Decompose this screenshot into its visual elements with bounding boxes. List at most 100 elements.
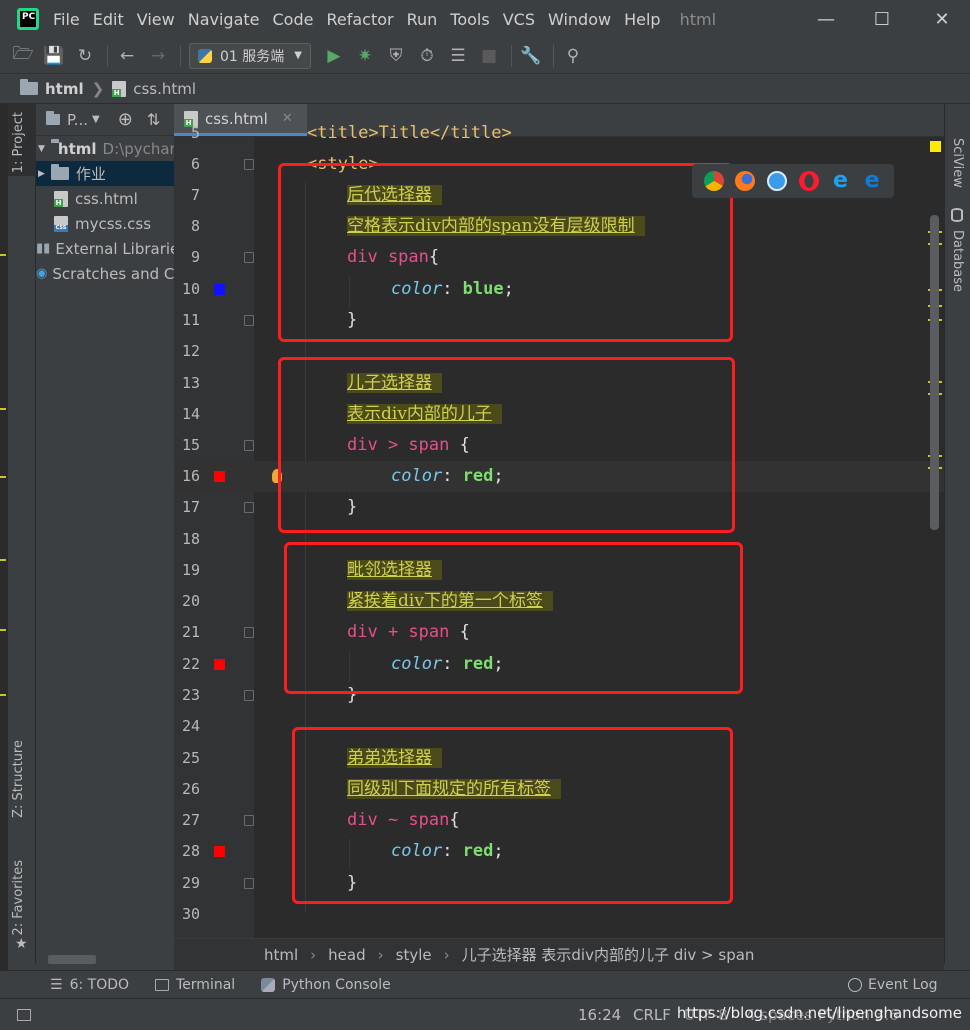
horizontal-scrollbar[interactable] bbox=[48, 955, 96, 964]
minimize-button[interactable]: — bbox=[806, 6, 846, 32]
tab-event-log[interactable]: Event Log bbox=[848, 977, 938, 993]
fold-icon[interactable] bbox=[244, 627, 254, 638]
color-preview-red[interactable] bbox=[214, 471, 225, 482]
maximize-button[interactable]: ☐ bbox=[862, 6, 902, 32]
menu-file[interactable]: File bbox=[53, 10, 80, 29]
fold-icon[interactable] bbox=[244, 440, 254, 451]
line-number: 9 bbox=[190, 248, 200, 266]
fold-icon[interactable] bbox=[244, 252, 254, 263]
internet-explorer-icon[interactable]: e bbox=[830, 170, 850, 192]
concurrency-icon[interactable]: ☰ bbox=[447, 45, 469, 67]
highlight-box-adjacent bbox=[284, 542, 743, 694]
tab-sciview[interactable]: SciView bbox=[950, 138, 965, 188]
tree-external-libraries[interactable]: ▮▮ External Libraries bbox=[36, 236, 174, 261]
caret-position[interactable]: 16:24 bbox=[578, 1006, 621, 1024]
chrome-icon[interactable] bbox=[703, 171, 724, 191]
tab-python-console[interactable]: Python Console bbox=[261, 977, 391, 993]
tree-scratches[interactable]: ◉ Scratches and Consoles bbox=[36, 261, 174, 286]
crumb-rule[interactable]: 儿子选择器 表示div内部的儿子 div > span bbox=[462, 944, 755, 965]
menu-run[interactable]: Run bbox=[407, 10, 438, 29]
menu-navigate[interactable]: Navigate bbox=[188, 10, 260, 29]
toggle-tool-windows-icon[interactable] bbox=[17, 1008, 31, 1021]
safari-icon[interactable] bbox=[767, 171, 788, 191]
menu-window[interactable]: Window bbox=[548, 10, 611, 29]
back-arrow-icon[interactable]: ← bbox=[116, 45, 138, 67]
toolbar-separator bbox=[510, 44, 512, 67]
scratches-label: Scratches and Consoles bbox=[52, 264, 174, 283]
breadcrumb-file[interactable]: css.html bbox=[133, 80, 196, 98]
inspection-status-icon[interactable] bbox=[930, 141, 941, 152]
left-tool-strip: 1: Project Z: Structure 2: Favorites ★ bbox=[8, 104, 36, 964]
color-preview-red[interactable] bbox=[214, 659, 225, 670]
browser-preview-bar: e e bbox=[692, 164, 894, 198]
stop-icon[interactable]: ■ bbox=[478, 45, 500, 67]
opera-icon[interactable] bbox=[798, 171, 819, 191]
vertical-scrollbar[interactable] bbox=[930, 215, 939, 530]
tree-file-item[interactable]: css.html bbox=[36, 186, 174, 211]
wrench-icon[interactable]: 🔧 bbox=[520, 45, 542, 67]
menu-refactor[interactable]: Refactor bbox=[326, 10, 393, 29]
tree-root[interactable]: ▼ html D:\pycharm bbox=[36, 136, 174, 161]
line-number: 20 bbox=[181, 592, 200, 610]
tab-todo-label: 6: TODO bbox=[69, 976, 130, 993]
fold-icon[interactable] bbox=[244, 502, 254, 513]
breadcrumb-project[interactable]: html bbox=[45, 80, 84, 98]
line-number: 16 bbox=[181, 467, 200, 485]
collapse-icon[interactable]: ⇅ bbox=[147, 110, 160, 129]
tab-todo[interactable]: ☰ 6: TODO bbox=[50, 977, 129, 993]
project-folder-icon bbox=[46, 111, 60, 125]
project-panel-header: P... ▼ ⊕ ⇅ bbox=[36, 104, 174, 136]
open-folder-icon[interactable]: 🗁 bbox=[12, 44, 34, 67]
line-number: 28 bbox=[181, 842, 200, 860]
menu-vcs[interactable]: VCS bbox=[503, 10, 535, 29]
line-number: 23 bbox=[181, 686, 200, 704]
expand-arrow-icon: ▼ bbox=[38, 143, 45, 154]
search-icon[interactable]: ⚲ bbox=[562, 45, 584, 67]
run-configuration-dropdown[interactable]: 01 服务端 ▼ bbox=[189, 42, 311, 69]
code-editor: css.html ✕ 5 <title>Title</title> 6 <sty… bbox=[174, 104, 944, 938]
star-icon: ★ bbox=[15, 936, 28, 952]
event-log-icon bbox=[848, 977, 862, 992]
fold-icon[interactable] bbox=[244, 315, 254, 326]
crumb-style[interactable]: style bbox=[396, 946, 432, 964]
tab-python-console-label: Python Console bbox=[282, 976, 391, 993]
tree-file-item[interactable]: mycss.css bbox=[36, 211, 174, 236]
fold-icon[interactable] bbox=[244, 690, 254, 701]
save-all-icon[interactable]: 💾 bbox=[43, 45, 65, 67]
project-view-selector[interactable]: P... bbox=[67, 111, 88, 129]
tab-terminal-label: Terminal bbox=[176, 976, 236, 993]
coverage-icon[interactable]: ⛨ bbox=[385, 45, 407, 67]
line-separator[interactable]: CRLF bbox=[633, 1006, 671, 1024]
color-preview-red[interactable] bbox=[214, 846, 225, 857]
tab-terminal[interactable]: Terminal bbox=[155, 977, 235, 993]
forward-arrow-icon[interactable]: → bbox=[147, 45, 169, 67]
tab-database[interactable]: Database bbox=[950, 230, 965, 292]
fold-icon[interactable] bbox=[244, 815, 254, 826]
crumb-html[interactable]: html bbox=[264, 946, 298, 964]
watermark-text: https://blog.csdn.net/lipenghandsome bbox=[676, 1004, 962, 1022]
menu-edit[interactable]: Edit bbox=[93, 10, 124, 29]
menu-code[interactable]: Code bbox=[273, 10, 314, 29]
run-icon[interactable]: ▶ bbox=[323, 45, 345, 67]
color-preview-blue[interactable] bbox=[214, 284, 225, 295]
fold-icon[interactable] bbox=[244, 878, 254, 889]
edge-icon[interactable]: e bbox=[862, 170, 882, 192]
project-tool-window: P... ▼ ⊕ ⇅ ▼ html D:\pycharm ▶ 作业 css.ht… bbox=[36, 104, 174, 964]
tab-project[interactable]: 1: Project bbox=[11, 112, 26, 173]
locate-target-icon[interactable]: ⊕ bbox=[118, 109, 133, 130]
sync-icon[interactable]: ↻ bbox=[74, 45, 96, 67]
profile-icon[interactable]: ⏱ bbox=[416, 45, 438, 67]
main-toolbar: 🗁 💾 ↻ ← → 01 服务端 ▼ ▶ ✷ ⛨ ⏱ ☰ ■ 🔧 ⚲ bbox=[0, 38, 970, 74]
crumb-head[interactable]: head bbox=[328, 946, 365, 964]
debug-icon[interactable]: ✷ bbox=[354, 45, 376, 67]
tab-structure[interactable]: Z: Structure bbox=[11, 740, 26, 818]
close-window-button[interactable]: ✕ bbox=[922, 6, 962, 32]
menu-tools[interactable]: Tools bbox=[450, 10, 489, 29]
code-area[interactable]: 5 <title>Title</title> 6 <style> 7 后代选择器… bbox=[174, 123, 944, 938]
menu-help[interactable]: Help bbox=[624, 10, 660, 29]
firefox-icon[interactable] bbox=[735, 171, 756, 191]
tab-favorites[interactable]: 2: Favorites bbox=[11, 860, 26, 936]
menu-view[interactable]: View bbox=[137, 10, 175, 29]
tree-folder-item[interactable]: ▶ 作业 bbox=[36, 161, 174, 186]
fold-icon[interactable] bbox=[244, 159, 254, 170]
